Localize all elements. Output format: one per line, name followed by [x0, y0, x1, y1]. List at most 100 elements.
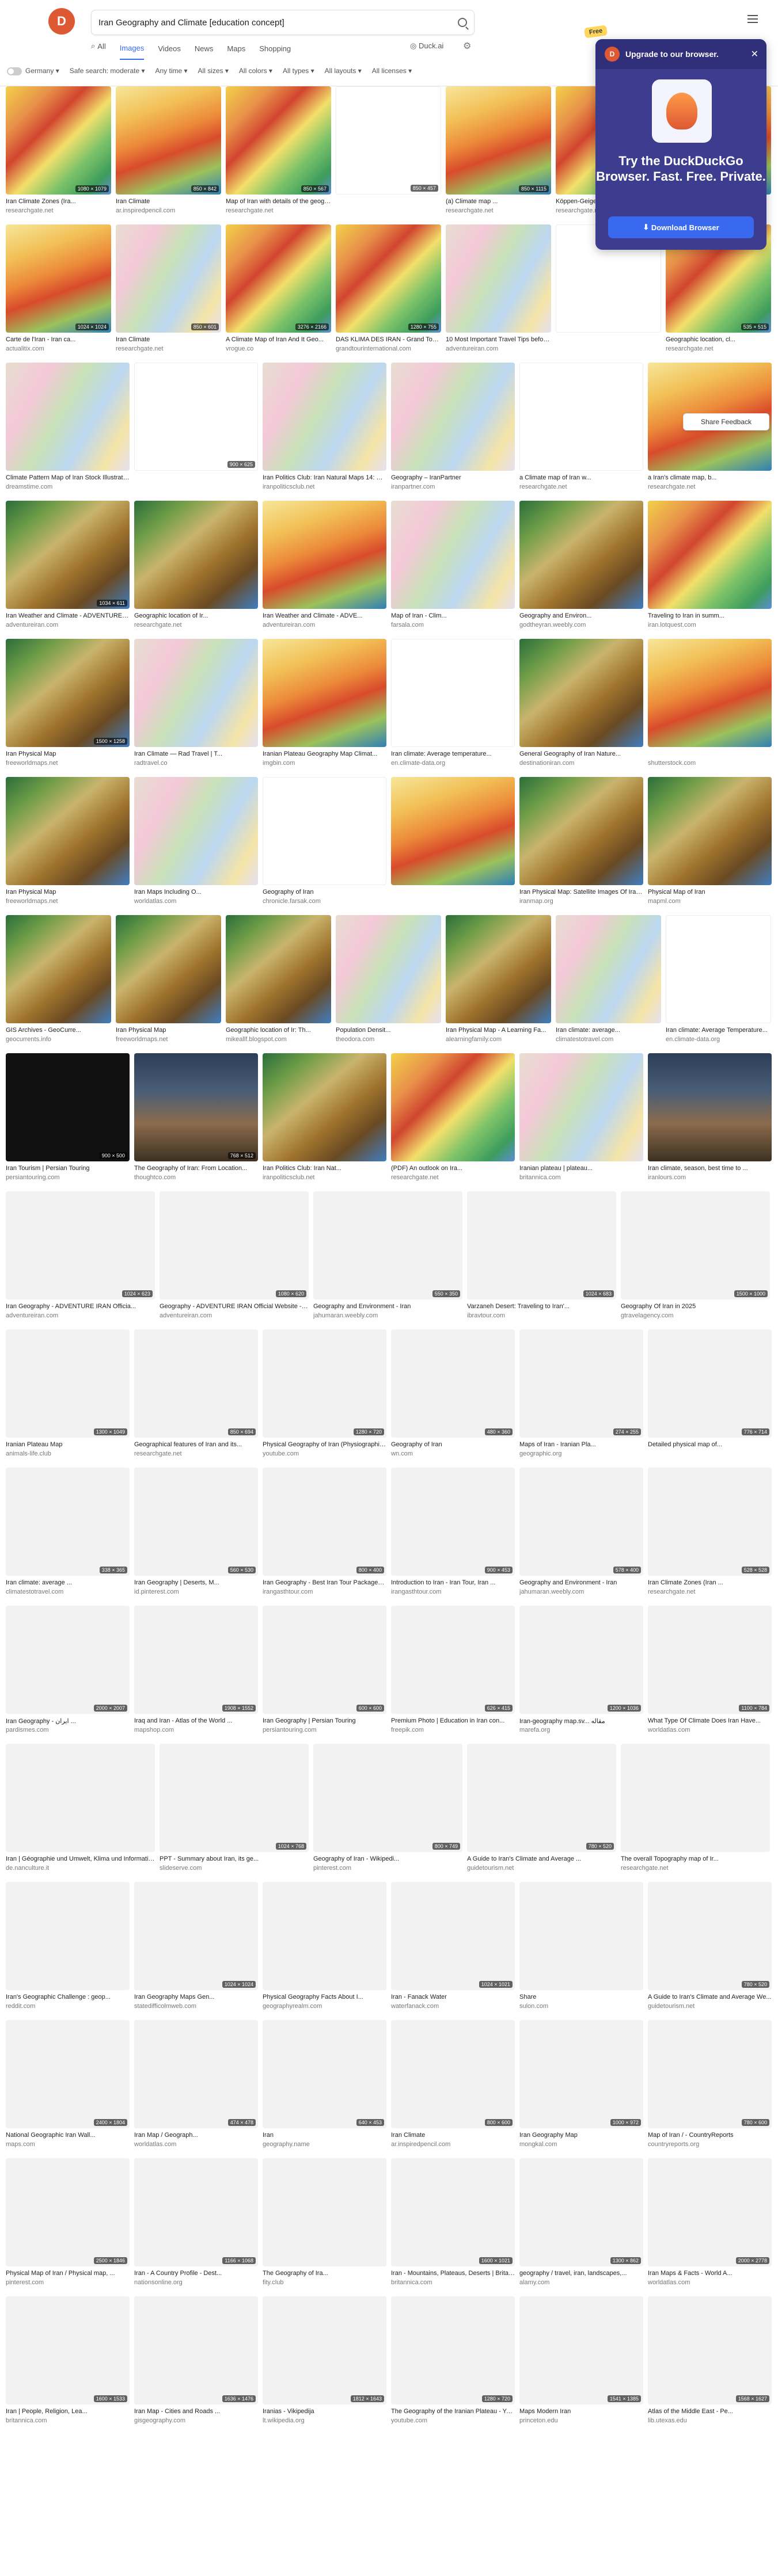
image-result[interactable]: 578 × 400 Geography and Environment - Ira… [519, 1468, 643, 1606]
image-thumbnail[interactable]: 1280 × 720 [263, 1329, 386, 1438]
image-source[interactable]: lt.wikipedia.org [263, 2417, 386, 2424]
image-title[interactable]: Iran | People, Religion, Lea... [6, 2408, 130, 2415]
image-source[interactable]: maps.com [6, 2141, 130, 2148]
image-source[interactable]: mapml.com [648, 898, 772, 905]
image-thumbnail[interactable] [391, 363, 515, 471]
image-thumbnail[interactable]: 338 × 365 [6, 1468, 130, 1576]
image-result[interactable]: 780 × 520 A Guide to Iran's Climate and A… [467, 1744, 616, 1882]
image-source[interactable]: godtheyran.weebly.com [519, 622, 643, 628]
image-thumbnail[interactable]: 776 × 714 [648, 1329, 772, 1438]
image-title[interactable]: Iran Geography - ADVENTURE IRAN Officia.… [6, 1303, 155, 1310]
image-thumbnail[interactable] [6, 777, 130, 885]
image-thumbnail[interactable]: 1024 × 1021 [391, 1882, 515, 1990]
image-result[interactable]: 1280 × 720 Physical Geography of Iran (Ph… [263, 1329, 386, 1468]
image-thumbnail[interactable]: 2000 × 2778 [648, 2158, 772, 2266]
image-title[interactable]: DAS KLIMA DES IRAN - Grand Tour Internat… [336, 336, 441, 343]
image-result[interactable]: Geographic location of Ir... researchgate… [134, 501, 258, 639]
image-title[interactable]: Geographic location of Ir... [134, 612, 258, 619]
image-title[interactable]: Geography and Environment - Iran [519, 1579, 643, 1586]
tab-images[interactable]: Images [119, 41, 145, 60]
image-title[interactable]: Iran Climate [116, 336, 221, 343]
image-title[interactable]: Iran Climate Zones (Iran ... [648, 1579, 772, 1586]
image-thumbnail[interactable] [263, 363, 386, 471]
image-title[interactable]: A Guide to Iran's Climate and Average We… [648, 1994, 772, 2000]
image-thumbnail[interactable]: 1280 × 720 [391, 2296, 515, 2404]
image-source[interactable]: researchgate.net [621, 1865, 770, 1872]
image-source[interactable]: imgbin.com [263, 760, 386, 767]
image-thumbnail[interactable] [391, 777, 515, 885]
image-title[interactable]: Climate Pattern Map of Iran Stock Illust… [6, 474, 130, 481]
image-result[interactable]: 1812 × 1643 Iranias - Vikipedija lt.wikipe… [263, 2296, 386, 2434]
image-title[interactable]: Iran - Mountains, Plateaus, Deserts | Br… [391, 2270, 515, 2277]
image-source[interactable]: gisgeography.com [134, 2417, 258, 2424]
image-source[interactable]: pinterest.com [313, 1865, 462, 1872]
image-result[interactable]: (PDF) An outlook on Ira... researchgate.n… [391, 1053, 515, 1191]
image-title[interactable]: Iran climate: Average temperature... [391, 750, 515, 757]
image-source[interactable]: guidetourism.net [648, 2003, 772, 2010]
image-thumbnail[interactable] [263, 639, 386, 747]
type-filter[interactable]: All types ▾ [283, 67, 314, 75]
image-thumbnail[interactable] [134, 777, 258, 885]
image-title[interactable]: PPT - Summary about Iran, its ge... [160, 1855, 309, 1862]
tab-news[interactable]: News [195, 41, 214, 60]
image-source[interactable]: researchgate.net [226, 207, 331, 214]
image-thumbnail[interactable] [519, 363, 643, 471]
image-source[interactable]: britannica.com [6, 2417, 130, 2424]
image-source[interactable]: freeworldmaps.net [6, 760, 130, 767]
image-title[interactable]: Iran Politics Club: Iran Natural Maps 14… [263, 474, 386, 481]
image-source[interactable]: en.climate-data.org [391, 760, 515, 767]
image-thumbnail[interactable] [336, 915, 441, 1023]
image-thumbnail[interactable]: 850 × 457 [336, 86, 441, 195]
image-result[interactable]: Geographic location of Ir: Th... mikeallf… [226, 915, 331, 1053]
image-result[interactable]: Geography and Environ... godtheyran.weebl… [519, 501, 643, 639]
image-thumbnail[interactable]: 1280 × 755 [336, 224, 441, 333]
image-thumbnail[interactable]: 1024 × 1024 [6, 224, 111, 333]
image-result[interactable]: 10 Most Important Travel Tips before Tra… [446, 224, 551, 363]
image-source[interactable]: adventureiran.com [446, 345, 551, 352]
image-result[interactable]: Iranian plateau | plateau... britannica.c… [519, 1053, 643, 1191]
image-result[interactable]: 2000 × 2778 Iran Maps & Facts - World A..… [648, 2158, 772, 2296]
image-thumbnail[interactable]: 474 × 478 [134, 2020, 258, 2128]
image-thumbnail[interactable] [6, 915, 111, 1023]
image-thumbnail[interactable]: 780 × 600 [648, 2020, 772, 2128]
image-thumbnail[interactable]: 578 × 400 [519, 1468, 643, 1576]
image-result[interactable]: 800 × 600 Iran Climate ar.inspiredpencil.c… [391, 2020, 515, 2158]
image-result[interactable]: 1600 × 1533 Iran | People, Religion, Lea.… [6, 2296, 130, 2434]
image-title[interactable]: Geography of Iran - Wikipedi... [313, 1855, 462, 1862]
color-filter[interactable]: All colors ▾ [239, 67, 272, 75]
image-title[interactable]: Iran climate: Average Temperature... [666, 1027, 771, 1034]
image-result[interactable]: Iran Physical Map - A Learning Fa... alea… [446, 915, 551, 1053]
image-result[interactable]: 480 × 360 Geography of Iran wn.com [391, 1329, 515, 1468]
image-title[interactable]: A Guide to Iran's Climate and Average ..… [467, 1855, 616, 1862]
image-thumbnail[interactable] [648, 777, 772, 885]
image-source[interactable]: reddit.com [6, 2003, 130, 2010]
image-result[interactable]: 528 × 528 Iran Climate Zones (Iran ... res… [648, 1468, 772, 1606]
image-result[interactable]: Iran Politics Club: Iran Nat... iranpolit… [263, 1053, 386, 1191]
image-result[interactable]: 900 × 500 Iran Tourism | Persian Touring p… [6, 1053, 130, 1191]
image-thumbnail[interactable] [391, 501, 515, 609]
image-thumbnail[interactable] [519, 1882, 643, 1990]
image-title[interactable]: Iran Geography | Persian Touring [263, 1717, 386, 1724]
image-result[interactable]: 800 × 749 Geography of Iran - Wikipedi...… [313, 1744, 462, 1882]
image-title[interactable]: (a) Climate map ... [446, 198, 551, 205]
image-thumbnail[interactable]: 2000 × 2007 [6, 1606, 130, 1714]
image-thumbnail[interactable] [391, 639, 515, 747]
image-result[interactable]: Population Densit... theodora.com [336, 915, 441, 1053]
image-source[interactable]: iranlours.com [648, 1174, 772, 1181]
image-title[interactable]: The Geography of the Iranian Plateau - Y… [391, 2408, 515, 2415]
image-result[interactable]: Physical Map of Iran mapml.com [648, 777, 772, 915]
image-source[interactable]: chronicle.farsak.com [263, 898, 386, 905]
image-thumbnail[interactable]: 1080 × 620 [160, 1191, 309, 1300]
image-result[interactable]: 780 × 600 Map of Iran / - CountryReports c… [648, 2020, 772, 2158]
image-title[interactable]: Geography and Environment - Iran [313, 1303, 462, 1310]
image-result[interactable]: 2400 × 1804 National Geographic Iran Wall… [6, 2020, 130, 2158]
image-result[interactable]: 1080 × 1079 Iran Climate Zones (Ira... res… [6, 86, 111, 224]
image-result[interactable]: Iranian Plateau Geography Map Climat... i… [263, 639, 386, 777]
image-result[interactable]: 1300 × 1049 Iranian Plateau Map animals-li… [6, 1329, 130, 1468]
image-source[interactable]: thoughtco.com [134, 1174, 258, 1181]
image-result[interactable]: 850 × 842 Iran Climate ar.inspiredpencil.c… [116, 86, 221, 224]
image-source[interactable]: irangasthtour.com [391, 1588, 515, 1595]
image-result[interactable]: 560 × 530 Iran Geography | Deserts, M... i… [134, 1468, 258, 1606]
image-source[interactable]: statedifficolmweb.com [134, 2003, 258, 2010]
settings-gear-icon[interactable]: ⚙ [463, 40, 471, 52]
